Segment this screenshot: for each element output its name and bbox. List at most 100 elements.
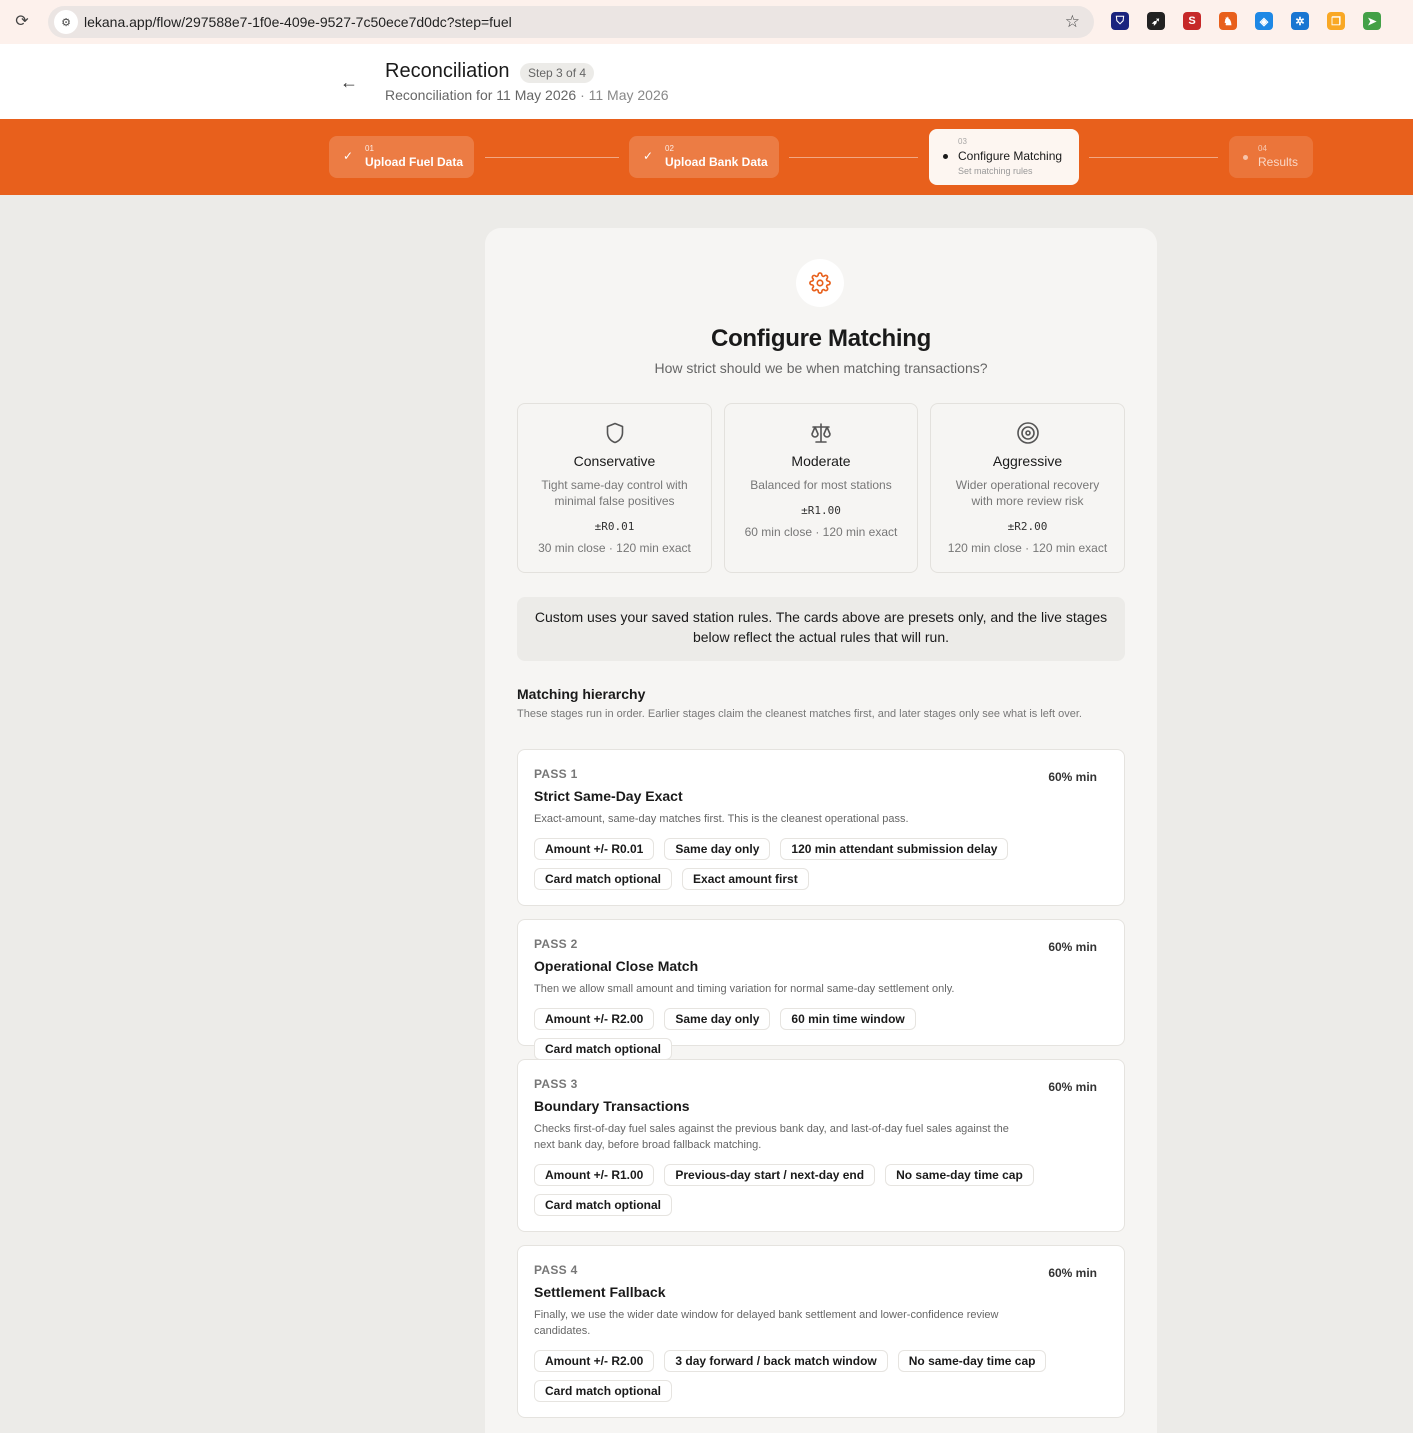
page-subtitle: Reconciliation for 11 May 2026 · 11 May … <box>385 87 669 103</box>
rule-tag: 60 min time window <box>780 1008 916 1030</box>
step-number: 04 <box>1258 144 1267 153</box>
rule-tag: Same day only <box>664 838 771 860</box>
rule-tag: Card match optional <box>534 1380 673 1402</box>
pass-number: PASS 1 <box>534 767 578 781</box>
step-badge: Step 3 of 4 <box>520 63 595 83</box>
step-configure-matching[interactable]: 03 Configure Matching Set matching rules <box>929 129 1079 185</box>
rule-tag: Amount +/- R2.00 <box>534 1350 655 1372</box>
pass-min-confidence: 60% min <box>1048 1266 1097 1280</box>
rule-tag: 120 min attendant submission delay <box>780 838 1009 860</box>
rule-tag: Same day only <box>664 1008 771 1030</box>
preset-amount: ±R1.00 <box>801 504 841 517</box>
rule-tag: No same-day time cap <box>885 1164 1034 1186</box>
pass-number: PASS 3 <box>534 1077 578 1091</box>
pass-card-3: PASS 3 60% min Boundary Transactions Che… <box>517 1059 1125 1232</box>
preset-amount: ±R0.01 <box>594 520 635 533</box>
pass-description: Finally, we use the wider date window fo… <box>534 1309 999 1337</box>
browser-toolbar: ⟳ ⚙ lekana.app/flow/297588e7-1f0e-409e-9… <box>0 0 1413 44</box>
rule-tag: Card match optional <box>534 1194 673 1216</box>
reload-icon[interactable]: ⟳ <box>12 12 32 32</box>
subtitle-date: · 11 May 2026 <box>580 87 669 103</box>
preset-name: Aggressive <box>992 453 1063 469</box>
pass-name: Settlement Fallback <box>534 1284 666 1300</box>
subtitle-text: Reconciliation for 11 May 2026 <box>385 87 577 103</box>
back-arrow-icon[interactable]: ← <box>340 72 358 93</box>
preset-timing: 30 min close · 120 min exact <box>538 541 691 555</box>
pass-description: Then we allow small amount and timing va… <box>534 983 955 995</box>
step-label: Upload Fuel Data <box>365 155 464 169</box>
step-label: Results <box>1258 155 1299 169</box>
url-text[interactable]: lekana.app/flow/297588e7-1f0e-409e-9527-… <box>84 14 512 30</box>
cursor-ext-icon[interactable]: ➤ <box>1363 12 1381 30</box>
target-icon <box>1016 421 1040 445</box>
shield-icon <box>603 421 627 445</box>
s-ext-icon[interactable]: S <box>1183 12 1201 30</box>
active-dot-icon <box>943 154 948 159</box>
step-number: 02 <box>665 144 674 153</box>
step-connector <box>485 157 619 158</box>
pass-tags: Amount +/- R1.00 Previous-day start / ne… <box>534 1164 1054 1216</box>
pass-tags: Amount +/- R2.00 3 day forward / back ma… <box>534 1350 1054 1402</box>
gear-icon <box>796 259 844 307</box>
pass-description: Checks first-of-day fuel sales against t… <box>534 1123 1009 1151</box>
section-subtitle: How strict should we be when matching tr… <box>654 360 988 376</box>
preset-moderate[interactable]: Moderate Balanced for most stations ±R1.… <box>724 403 918 573</box>
gear-ext-icon[interactable]: ✲ <box>1291 12 1309 30</box>
send-ext-icon[interactable]: ➶ <box>1147 12 1165 30</box>
rule-tag: Exact amount first <box>682 868 809 890</box>
shield-ext-icon[interactable]: ⛉ <box>1111 12 1129 30</box>
step-upload-fuel[interactable]: ✓ 01 Upload Fuel Data <box>329 136 474 178</box>
scale-icon <box>809 421 833 445</box>
preset-description: Wider operational recovery with more rev… <box>955 478 1100 508</box>
address-bar[interactable]: ⚙ lekana.app/flow/297588e7-1f0e-409e-952… <box>48 6 1094 38</box>
check-icon: ✓ <box>343 149 354 163</box>
rule-tag: Previous-day start / next-day end <box>664 1164 876 1186</box>
chess-ext-icon[interactable]: ♞ <box>1219 12 1237 30</box>
preset-description: Tight same-day control with minimal fals… <box>541 478 688 508</box>
step-results[interactable]: 04 Results <box>1229 136 1313 178</box>
rule-tag: Card match optional <box>534 1038 673 1060</box>
hierarchy-description: These stages run in order. Earlier stage… <box>517 708 1082 720</box>
pass-number: PASS 4 <box>534 1263 578 1277</box>
hierarchy-title: Matching hierarchy <box>517 686 646 702</box>
preset-name: Conservative <box>573 453 656 469</box>
preset-conservative[interactable]: Conservative Tight same-day control with… <box>517 403 712 573</box>
step-sublabel: Set matching rules <box>958 166 1033 176</box>
pending-dot-icon <box>1243 155 1248 160</box>
pass-name: Boundary Transactions <box>534 1098 690 1114</box>
rule-tag: 3 day forward / back match window <box>664 1350 888 1372</box>
step-number: 03 <box>958 137 967 146</box>
rule-tag: Amount +/- R1.00 <box>534 1164 655 1186</box>
bookmark-star-icon[interactable]: ☆ <box>1065 12 1080 32</box>
step-label: Configure Matching <box>958 149 1063 163</box>
rule-tag: Amount +/- R2.00 <box>534 1008 655 1030</box>
rule-tag: Card match optional <box>534 868 673 890</box>
pass-tags: Amount +/- R2.00 Same day only 60 min ti… <box>534 1008 1054 1060</box>
rule-tag: No same-day time cap <box>897 1350 1047 1372</box>
pass-description: Exact-amount, same-day matches first. Th… <box>534 813 909 825</box>
configure-matching-card: Configure Matching How strict should we … <box>485 228 1157 1433</box>
pass-name: Strict Same-Day Exact <box>534 788 683 804</box>
step-upload-bank[interactable]: ✓ 02 Upload Bank Data <box>629 136 779 178</box>
preset-description: Balanced for most stations <box>750 478 892 492</box>
page-title: Reconciliation <box>385 60 510 82</box>
pass-min-confidence: 60% min <box>1048 940 1097 954</box>
pass-card-4: PASS 4 60% min Settlement Fallback Final… <box>517 1245 1125 1418</box>
preset-name: Moderate <box>791 453 851 469</box>
preset-timing: 60 min close · 120 min exact <box>744 525 898 539</box>
page-header: ← Reconciliation Step 3 of 4 Reconciliat… <box>0 44 1413 119</box>
step-number: 01 <box>365 144 374 153</box>
check-icon: ✓ <box>643 149 654 163</box>
copy-ext-icon[interactable]: ❐ <box>1327 12 1345 30</box>
pass-tags: Amount +/- R0.01 Same day only 120 min a… <box>534 838 1054 890</box>
pass-card-2: PASS 2 60% min Operational Close Match T… <box>517 919 1125 1060</box>
rule-tag: Amount +/- R0.01 <box>534 838 655 860</box>
pass-min-confidence: 60% min <box>1048 770 1097 784</box>
site-info-icon[interactable]: ⚙ <box>54 10 78 34</box>
tag-ext-icon[interactable]: ◈ <box>1255 12 1273 30</box>
pass-min-confidence: 60% min <box>1048 1080 1097 1094</box>
step-connector <box>789 157 918 158</box>
preset-aggressive[interactable]: Aggressive Wider operational recovery wi… <box>930 403 1125 573</box>
step-connector <box>1089 157 1218 158</box>
preset-amount: ±R2.00 <box>1007 520 1048 533</box>
